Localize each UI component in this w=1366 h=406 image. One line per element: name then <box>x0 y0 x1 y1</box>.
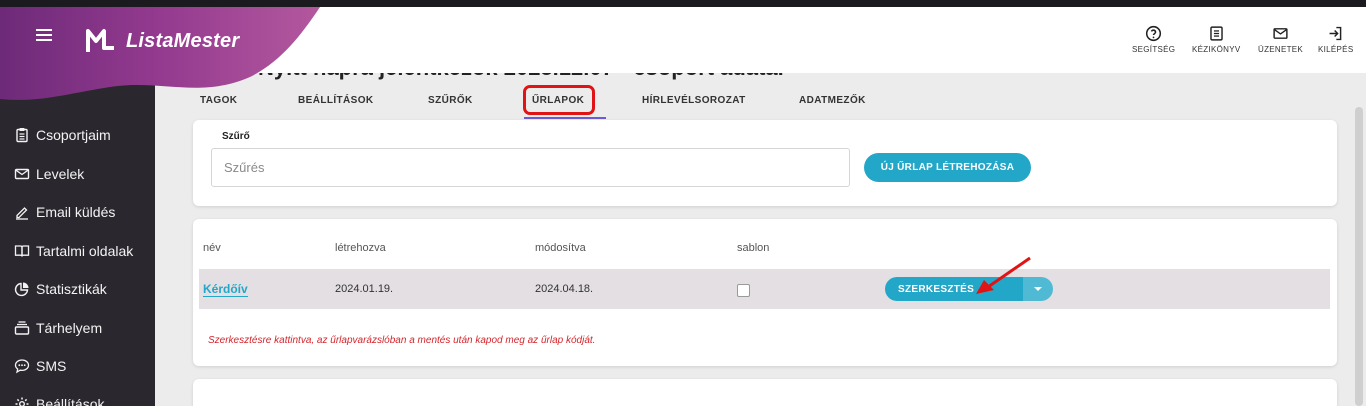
top-header: SEGÍTSÉG KÉZIKÖNYV ÜZENETEK KILÉPÉS <box>155 7 1366 73</box>
menu-toggle-button[interactable] <box>36 29 52 41</box>
created-date: 2024.01.19. <box>335 283 394 295</box>
messages-button[interactable]: ÜZENETEK <box>1258 25 1303 54</box>
active-tab-indicator <box>524 117 606 119</box>
sidebar-item-groups[interactable]: Csoportjaim <box>14 124 111 146</box>
manual-label: KÉZIKÖNYV <box>1192 45 1241 54</box>
messages-label: ÜZENETEK <box>1258 45 1304 54</box>
scrollbar[interactable] <box>1355 107 1363 406</box>
sidebar-item-label: Levelek <box>36 166 85 182</box>
manual-button[interactable]: KÉZIKÖNYV <box>1192 25 1241 54</box>
sidebar-item-letters[interactable]: Levelek <box>14 163 84 185</box>
column-header-name[interactable]: név <box>203 242 221 254</box>
hamburger-line <box>36 29 52 31</box>
bottom-card <box>193 379 1337 406</box>
sidebar-item-label: Tárhelyem <box>36 320 103 336</box>
filter-label: Szűrő <box>222 131 250 142</box>
chat-icon <box>14 358 30 374</box>
app-window: SEGÍTSÉG KÉZIKÖNYV ÜZENETEK KILÉPÉS Nyit… <box>0 7 1366 406</box>
mail-icon <box>1273 28 1288 39</box>
tab-data-fields[interactable]: ADATMEZŐK <box>799 95 866 106</box>
manual-icon <box>1210 26 1223 41</box>
sidebar-item-label: Email küldés <box>36 204 116 220</box>
hamburger-line <box>36 39 52 41</box>
storage-icon <box>14 320 30 336</box>
pen-icon <box>14 204 30 220</box>
arrow-annotation <box>976 256 1031 294</box>
envelope-icon <box>14 166 30 182</box>
new-form-button[interactable]: ÚJ ŰRLAP LÉTREHOZÁSA <box>864 153 1031 182</box>
hamburger-line <box>36 34 52 36</box>
hint-text: Szerkesztésre kattintva, az űrlapvarázsl… <box>208 335 596 346</box>
sidebar-item-sms[interactable]: SMS <box>14 355 66 377</box>
sidebar-item-statistics[interactable]: Statisztikák <box>14 278 107 300</box>
filter-input[interactable] <box>211 148 850 187</box>
tab-newsletter-series[interactable]: HÍRLEVÉLSOROZAT <box>642 95 746 106</box>
logout-button[interactable]: KILÉPÉS <box>1318 25 1353 54</box>
sidebar-item-label: SMS <box>36 358 67 374</box>
template-checkbox[interactable] <box>737 284 750 297</box>
sidebar-item-label: Csoportjaim <box>36 127 111 143</box>
column-header-template[interactable]: sablon <box>737 242 769 254</box>
column-header-modified[interactable]: módosítva <box>535 242 586 254</box>
logo-icon <box>86 29 114 52</box>
brand-name: ListaMester <box>126 29 240 52</box>
column-header-created[interactable]: létrehozva <box>335 242 386 254</box>
sidebar-item-content-pages[interactable]: Tartalmi oldalak <box>14 240 133 262</box>
help-label: SEGÍTSÉG <box>1132 45 1176 54</box>
modified-date: 2024.04.18. <box>535 283 594 295</box>
clipboard-icon <box>14 127 30 143</box>
pie-chart-icon <box>14 281 30 297</box>
form-name-link[interactable]: Kérdőív <box>203 282 248 297</box>
sidebar-item-label: Statisztikák <box>36 281 107 297</box>
help-button[interactable]: SEGÍTSÉG <box>1132 25 1175 54</box>
brand-logo[interactable]: ListaMester <box>84 27 239 55</box>
book-icon <box>14 243 30 259</box>
sidebar-item-email-send[interactable]: Email küldés <box>14 201 115 223</box>
sidebar-item-label: Tartalmi oldalak <box>36 243 134 259</box>
logout-label: KILÉPÉS <box>1318 45 1354 54</box>
sidebar-item-label: Beállítások <box>36 396 105 406</box>
sidebar-item-storage[interactable]: Tárhelyem <box>14 317 102 339</box>
gear-icon <box>14 396 30 406</box>
tab-filters[interactable]: SZŰRŐK <box>428 95 473 106</box>
help-icon <box>1146 25 1162 42</box>
logout-icon <box>1329 26 1342 41</box>
highlight-annotation <box>523 85 595 115</box>
sidebar-item-settings[interactable]: Beállítások <box>14 393 104 406</box>
